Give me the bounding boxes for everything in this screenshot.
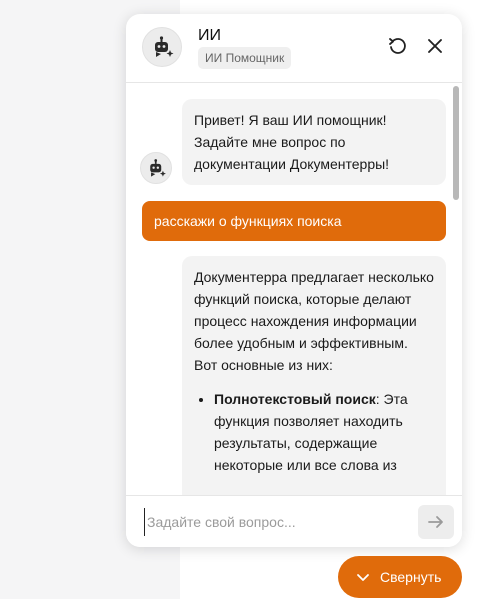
- list-item: Полнотекстовый поиск: Эта функция позвол…: [214, 388, 434, 476]
- list-item-title: Полнотекстовый поиск: [214, 391, 376, 407]
- reset-icon: [389, 38, 406, 54]
- user-message: расскажи о функциях поиска: [142, 201, 446, 241]
- robot-icon: [150, 159, 166, 177]
- chevron-down-icon: [357, 574, 369, 581]
- question-input[interactable]: [144, 508, 404, 536]
- bot-message-avatar: [140, 152, 172, 184]
- bot-message: Привет! Я ваш ИИ помощник! Задайте мне в…: [182, 99, 446, 185]
- arrow-right-icon: [428, 516, 443, 528]
- close-icon: [428, 39, 442, 53]
- bot-answer-list: Полнотекстовый поиск: Эта функция позвол…: [194, 388, 434, 476]
- user-message-text: расскажи о функциях поиска: [154, 213, 342, 229]
- chat-header: ИИ ИИ Помощник: [126, 14, 462, 83]
- bot-message-text: Привет! Я ваш ИИ помощник! Задайте мне в…: [194, 112, 390, 172]
- assistant-name: ИИ: [198, 27, 221, 44]
- scrollbar-thumb[interactable]: [453, 86, 459, 200]
- assistant-badge: ИИ Помощник: [198, 47, 292, 69]
- robot-icon: [155, 36, 174, 57]
- bot-message: Документерра предлагает несколько функци…: [182, 256, 446, 495]
- message-list[interactable]: Привет! Я ваш ИИ помощник! Задайте мне в…: [126, 84, 462, 495]
- chat-panel: ИИ ИИ Помощник Привет! Я ваш ИИ помощник…: [126, 14, 462, 547]
- bot-answer-intro: Документерра предлагает несколько функци…: [194, 269, 434, 373]
- input-area: [126, 495, 462, 547]
- reset-chat-button[interactable]: [385, 34, 409, 58]
- collapse-label: Свернуть: [380, 569, 442, 585]
- assistant-avatar: [142, 27, 182, 67]
- send-button[interactable]: [418, 505, 454, 539]
- collapse-button[interactable]: Свернуть: [338, 556, 462, 598]
- close-button[interactable]: [423, 34, 447, 58]
